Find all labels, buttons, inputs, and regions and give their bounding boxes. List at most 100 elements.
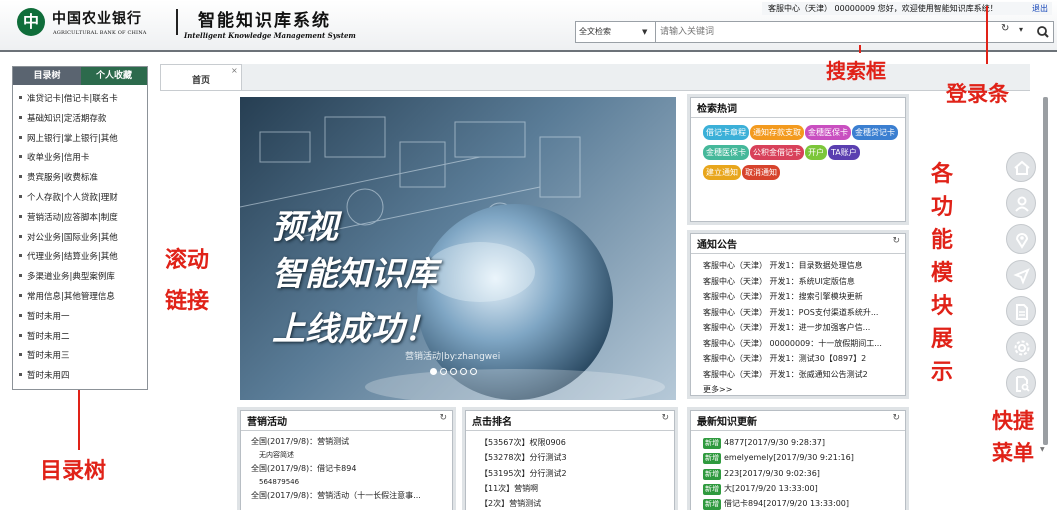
quick-menu xyxy=(1006,152,1036,402)
tree-item[interactable]: 个人存款|个人贷款|理财 xyxy=(17,189,118,209)
tree-item-label: 基础知识|定活期存款 xyxy=(27,113,107,124)
tab-directory-tree[interactable]: 目录树 xyxy=(13,67,81,85)
rank-item[interactable]: 【53278次】分行测试3 xyxy=(480,450,567,465)
user-icon[interactable] xyxy=(1006,188,1036,218)
pagination-dot[interactable] xyxy=(470,368,477,375)
banner-pagination xyxy=(430,368,480,378)
annotation-login-bar: 登录条 xyxy=(946,82,1009,106)
location-icon[interactable] xyxy=(1006,224,1036,254)
pagination-dot[interactable] xyxy=(460,368,467,375)
notice-panel: 通知公告 ↻ 客服中心（天津） 开发1：目录数据处理信息 客服中心（天津） 开发1… xyxy=(690,233,906,396)
refresh-icon[interactable]: ↻ xyxy=(892,413,900,423)
hot-search-tag[interactable]: 金穗医保卡 xyxy=(805,125,851,140)
tree-item-label: 暂时未用二 xyxy=(27,331,70,342)
document-icon[interactable] xyxy=(1006,296,1036,326)
activity-item[interactable]: 全国(2017/9/8)：借记卡894 xyxy=(251,462,447,476)
bullet-icon xyxy=(19,175,22,179)
activity-item[interactable]: 全国(2017/9/8)：营销活动（十一长假注意事... xyxy=(251,489,447,503)
hot-search-tag[interactable]: 建立通知 xyxy=(703,165,741,180)
hot-search-tag[interactable]: 金穗医保卡 xyxy=(703,145,749,160)
tree-item[interactable]: 代理业务|结算业务|其他 xyxy=(17,248,118,268)
notice-item[interactable]: 客服中心（天津） 开发1：系统UI定版信息 xyxy=(703,274,901,290)
new-badge: 新增 xyxy=(703,483,721,495)
tab-favorites[interactable]: 个人收藏 xyxy=(81,67,147,85)
hot-search-tags: 借记卡章程 通知存款支取 金穗医保卡 金穗贷记卡金穗医保卡 公积金借记卡 开户 TA账户建立… xyxy=(703,125,899,185)
hot-search-tag[interactable]: 金穗贷记卡 xyxy=(852,125,898,140)
annotation-quick-menu-1: 快捷 xyxy=(992,409,1034,433)
latest-item[interactable]: 新增 4877[2017/9/30 9:28:37] xyxy=(703,435,903,450)
pagination-dot[interactable] xyxy=(440,368,447,375)
notice-title: 通知公告 xyxy=(697,240,737,251)
tree-item[interactable]: 多渠道业务|典型案例库 xyxy=(17,268,118,288)
activity-item[interactable]: 全国(2017/9/8)：营销测试 xyxy=(251,435,447,449)
scrollbar-thumb[interactable] xyxy=(1043,97,1048,445)
tab-home[interactable]: 首页 xyxy=(160,64,242,91)
tree-item[interactable]: 暂时未用三 xyxy=(17,347,118,367)
latest-item[interactable]: 新增 emelyemely[2017/9/30 9:21:16] xyxy=(703,450,903,465)
bullet-icon xyxy=(19,96,22,99)
directory-tree-panel: 目录树 个人收藏 准贷记卡|借记卡|联名卡基础知识|定活期存款网上银行|掌上银行… xyxy=(12,66,148,390)
tree-item[interactable]: 准贷记卡|借记卡|联名卡 xyxy=(17,90,118,110)
hot-search-tag[interactable]: 公积金借记卡 xyxy=(750,145,804,160)
search-document-icon[interactable] xyxy=(1006,368,1036,398)
refresh-icon[interactable]: ↻ xyxy=(661,413,669,423)
tree-item[interactable]: 暂时未用一 xyxy=(17,308,118,328)
hot-search-panel: 检索热词 借记卡章程 通知存款支取 金穗医保卡 金穗贷记卡金穗医保卡 公积金借记卡 开户 T… xyxy=(690,97,906,222)
latest-item[interactable]: 新增 借记卡894[2017/9/20 13:33:00] xyxy=(703,496,903,510)
hot-search-tag[interactable]: 借记卡章程 xyxy=(703,125,749,140)
rank-list: 【53567次】权限0906 【53278次】分行测试3 【53195次】分行测试2… xyxy=(480,435,567,510)
hot-search-tag[interactable]: 通知存款支取 xyxy=(750,125,804,140)
activity-title: 营销活动 xyxy=(247,417,287,428)
tree-item[interactable]: 网上银行|掌上银行|其他 xyxy=(17,130,118,150)
home-icon[interactable] xyxy=(1006,152,1036,182)
close-icon[interactable]: × xyxy=(231,66,238,75)
annotation-scroll-link-1: 滚动 xyxy=(165,248,210,273)
tree-item-label: 常用信息|其他管理信息 xyxy=(27,291,115,302)
latest-item[interactable]: 新增 大[2017/9/20 13:33:00] xyxy=(703,481,903,496)
notice-item[interactable]: 客服中心（天津） 开发1：进一步加强客户信... xyxy=(703,320,901,336)
navigate-icon[interactable] xyxy=(1006,260,1036,290)
rank-item[interactable]: 【11次】营销啊 xyxy=(480,481,567,496)
notice-item[interactable]: 客服中心（天津） 开发1：POS支付渠道系统升... xyxy=(703,305,901,321)
bullet-icon xyxy=(19,254,22,258)
notice-item[interactable]: 客服中心（天津） 开发1：张威通知公告测试2 xyxy=(703,367,901,383)
tree-item[interactable]: 营销活动|应答脚本|制度 xyxy=(17,209,118,229)
rank-item[interactable]: 【53567次】权限0906 xyxy=(480,435,567,450)
latest-item-text: 223[2017/9/30 9:02:36] xyxy=(724,468,820,478)
scroll-down-icon[interactable]: ▼ xyxy=(1040,446,1045,453)
latest-item-text: emelyemely[2017/9/30 9:21:16] xyxy=(724,453,854,463)
tree-item[interactable]: 贵宾服务|收费标准 xyxy=(17,169,118,189)
rank-item[interactable]: 【53195次】分行测试2 xyxy=(480,466,567,481)
annotation-modules: 各功能模块展示 xyxy=(931,162,954,385)
pagination-dot[interactable] xyxy=(450,368,457,375)
activity-list: 全国(2017/9/8)：营销测试 无内容简述 全国(2017/9/8)：借记卡89… xyxy=(251,435,447,503)
scrollbar[interactable] xyxy=(1043,97,1048,445)
scroll-banner[interactable]: 预视 智能知识库 上线成功！ 营销活动|by:zhangwei xyxy=(240,97,676,400)
hot-search-tag[interactable]: TA账户 xyxy=(828,145,860,160)
refresh-icon[interactable]: ↻ xyxy=(892,236,900,246)
settings-icon[interactable] xyxy=(1006,332,1036,362)
tree-item[interactable]: 基础知识|定活期存款 xyxy=(17,110,118,130)
rank-item[interactable]: 【2次】营销测试 xyxy=(480,496,567,510)
hot-search-tag[interactable]: 取消通知 xyxy=(742,165,780,180)
tree-item[interactable]: 常用信息|其他管理信息 xyxy=(17,288,118,308)
tree-item[interactable]: 暂时未用四 xyxy=(17,367,118,387)
tree-item-label: 多渠道业务|典型案例库 xyxy=(27,272,115,283)
tree-item[interactable]: 对公业务|国际业务|其他 xyxy=(17,229,118,249)
annotation-search-box: 搜索框 xyxy=(826,59,886,83)
tree-item-label: 代理业务|结算业务|其他 xyxy=(27,252,118,263)
hot-search-tag[interactable]: 开户 xyxy=(805,145,827,160)
notice-item[interactable]: 客服中心（天津） 开发1：搜索引擎模块更新 xyxy=(703,289,901,305)
new-badge: 新增 xyxy=(703,468,721,480)
refresh-icon[interactable]: ↻ xyxy=(439,413,447,423)
notice-item[interactable]: 客服中心（天津） 开发1：目录数据处理信息 xyxy=(703,258,901,274)
tree-item[interactable]: 暂时未用二 xyxy=(17,328,118,348)
pagination-dot[interactable] xyxy=(430,368,437,375)
notice-item[interactable]: 客服中心（天津） 00000009：十一放假期间工... xyxy=(703,336,901,352)
notice-item[interactable]: 客服中心（天津） 开发1：测试30【0897】2 xyxy=(703,351,901,367)
latest-item[interactable]: 新增 223[2017/9/30 9:02:36] xyxy=(703,466,903,481)
more-link[interactable]: 更多>> xyxy=(703,382,901,398)
click-rank-panel: 点击排名 ↻ 【53567次】权限0906 【53278次】分行测试3 【53195… xyxy=(465,410,675,510)
tree-item[interactable]: 收单业务|信用卡 xyxy=(17,149,118,169)
bullet-icon xyxy=(19,155,22,159)
